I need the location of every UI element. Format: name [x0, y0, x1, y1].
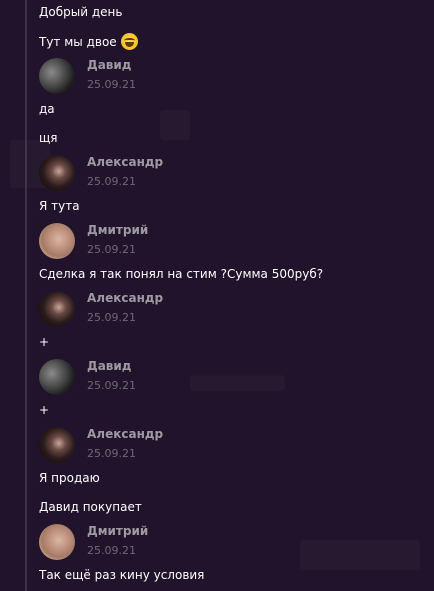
message-text: Так ещё раз кину условия [39, 568, 205, 582]
background-panel [190, 375, 285, 391]
author-name[interactable]: Александр [87, 427, 163, 442]
message-text: + [39, 403, 50, 417]
avatar[interactable] [39, 524, 75, 560]
background-panel [160, 110, 190, 140]
message-text: Я тута [39, 199, 80, 213]
avatar[interactable] [39, 223, 75, 259]
author-name[interactable]: Александр [87, 291, 163, 306]
avatar[interactable] [39, 58, 75, 94]
author-name[interactable]: Дмитрий [87, 524, 148, 539]
laughing-emoji-icon [120, 33, 138, 50]
message-text: Я продаю [39, 471, 100, 485]
author-name[interactable]: Александр [87, 155, 163, 170]
author-name[interactable]: Дмитрий [87, 223, 148, 238]
message-date: 25.09.21 [87, 544, 136, 557]
message-text: + [39, 335, 50, 349]
author-name[interactable]: Давид [87, 58, 131, 73]
message-date: 25.09.21 [87, 447, 136, 460]
message-text: Сделка я так понял на стим ?Сумма 500руб… [39, 267, 324, 281]
message-date: 25.09.21 [87, 175, 136, 188]
background-panel [300, 540, 420, 570]
message-text: Тут мы двое [39, 33, 138, 50]
thread-line [25, 0, 27, 591]
message-text: да [39, 102, 55, 116]
avatar[interactable] [39, 427, 75, 463]
avatar[interactable] [39, 359, 75, 395]
message-text: Добрый день [39, 5, 123, 19]
avatar[interactable] [39, 291, 75, 327]
message-text: щя [39, 131, 58, 145]
message-date: 25.09.21 [87, 311, 136, 324]
message-text: Давид покупает [39, 500, 142, 514]
message-date: 25.09.21 [87, 379, 136, 392]
author-name[interactable]: Давид [87, 359, 131, 374]
message-date: 25.09.21 [87, 78, 136, 91]
avatar[interactable] [39, 155, 75, 191]
message-date: 25.09.21 [87, 243, 136, 256]
